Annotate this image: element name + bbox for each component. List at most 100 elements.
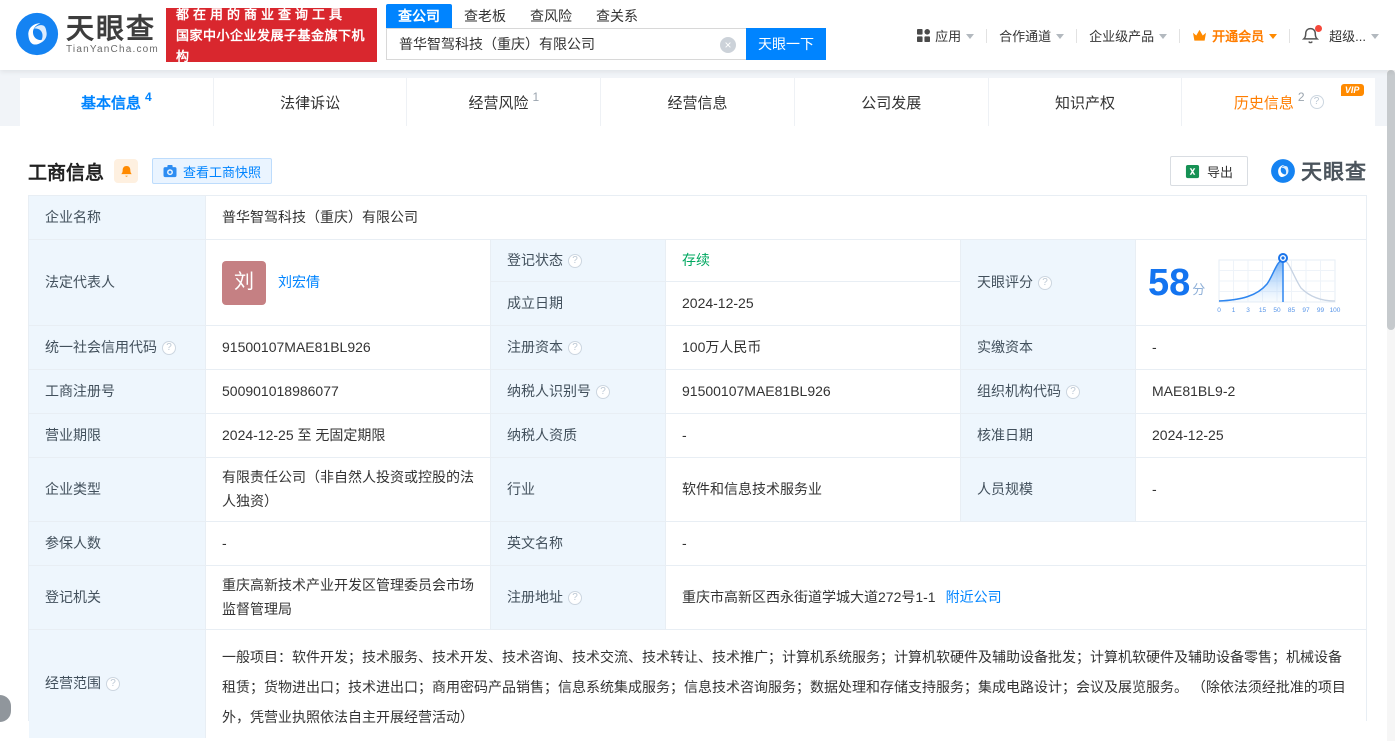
search-tab-boss[interactable]: 查老板 <box>452 4 518 28</box>
help-icon[interactable] <box>596 384 610 399</box>
nav-apps[interactable]: 应用 <box>917 26 975 45</box>
value-company-type: 有限责任公司（非自然人投资或控股的法人独资） <box>206 458 491 522</box>
status-badge: 存续 <box>682 251 710 268</box>
label-business-term: 营业期限 <box>29 414 206 458</box>
tianyancha-logo[interactable]: 天眼查 TianYanCha.com <box>14 11 159 57</box>
tab-basic-info-label: 基本信息 <box>81 94 142 112</box>
view-snapshot-button[interactable]: 查看工商快照 <box>152 158 273 184</box>
label-legal-rep: 法定代表人 <box>29 240 206 326</box>
svg-text:0: 0 <box>1217 307 1221 314</box>
search-tab-company[interactable]: 查公司 <box>386 3 452 28</box>
search-input[interactable] <box>387 29 746 59</box>
value-taxpayer-id: 91500107MAE81BL926 <box>666 370 961 414</box>
label-reg-number: 工商注册号 <box>29 370 206 414</box>
tab-count: 2 <box>1297 90 1305 104</box>
tab-company-development[interactable]: 公司发展 <box>793 78 988 126</box>
help-icon[interactable] <box>1038 275 1052 290</box>
value-reg-address: 重庆市高新区西永街道学城大道272号1-1 附近公司 <box>666 566 1366 630</box>
svg-text:1: 1 <box>1232 307 1236 314</box>
view-snapshot-label: 查看工商快照 <box>183 164 262 180</box>
help-icon[interactable] <box>568 253 582 268</box>
nav-divider <box>986 28 988 43</box>
label-taxpayer-id: 纳税人识别号 <box>491 370 666 414</box>
bell-icon <box>120 165 132 177</box>
nav-open-vip-label: 开通会员 <box>1212 29 1265 44</box>
help-icon[interactable] <box>106 677 120 691</box>
value-reg-capital: 100万人民币 <box>666 326 961 370</box>
notification-dot <box>1315 25 1323 32</box>
value-org-code: MAE81BL9-2 <box>1136 370 1366 414</box>
value-score: 58 分 0 1 3 15 50 85 97 99 100 <box>1136 240 1366 326</box>
tianyancha-logo-icon <box>15 12 59 56</box>
svg-text:85: 85 <box>1288 307 1296 314</box>
value-taxpayer-quality: - <box>666 414 961 458</box>
label-approval-date: 核准日期 <box>961 414 1136 458</box>
value-credit-code: 91500107MAE81BL926 <box>206 326 491 370</box>
help-icon[interactable] <box>568 590 582 605</box>
legal-rep-link[interactable]: 刘宏倩 <box>278 271 320 294</box>
chevron-down-icon <box>1269 34 1278 39</box>
chevron-down-icon <box>966 34 975 39</box>
tab-operation-risk-label: 经营风险 <box>468 94 529 112</box>
label-company-name: 企业名称 <box>29 196 206 240</box>
tab-operation-risk[interactable]: 经营风险 1 <box>406 78 600 126</box>
clear-search-icon[interactable] <box>720 37 736 53</box>
label-reg-address: 注册地址 <box>491 566 666 630</box>
tianyancha-watermark-icon <box>1271 159 1295 183</box>
label-paid-capital: 实缴资本 <box>961 326 1136 370</box>
svg-text:50: 50 <box>1274 307 1282 314</box>
score-unit: 分 <box>1192 281 1206 297</box>
label-taxpayer-quality: 纳税人资质 <box>491 414 666 458</box>
tab-basic-info[interactable]: 基本信息 4 <box>20 78 213 126</box>
top-nav: 应用 合作通道 企业级产品 开通会员 超级... <box>917 25 1379 45</box>
nav-divider <box>1076 28 1078 43</box>
search-box: 天眼一下 <box>386 28 826 60</box>
nav-enterprise-products[interactable]: 企业级产品 <box>1089 26 1168 45</box>
vip-crown-icon <box>1193 29 1207 41</box>
tab-company-development-label: 公司发展 <box>861 94 922 112</box>
search-input-wrap <box>386 28 746 60</box>
label-staff-size: 人员规模 <box>961 458 1136 522</box>
value-company-name: 普华智驾科技（重庆）有限公司 <box>206 196 1366 240</box>
watermark-text: 天眼查 <box>1301 161 1367 184</box>
label-est-date: 成立日期 <box>491 282 666 326</box>
vip-badge: VIP <box>1340 84 1365 96</box>
nav-user-menu[interactable]: 超级... <box>1329 26 1379 45</box>
export-button[interactable]: 导出 <box>1169 156 1248 186</box>
tab-history-info[interactable]: VIP 历史信息 2 <box>1181 78 1375 126</box>
label-english-name: 英文名称 <box>491 522 666 566</box>
legal-rep-avatar[interactable]: 刘 <box>222 260 266 305</box>
search-tab-relation[interactable]: 查关系 <box>584 4 650 28</box>
score-number: 58 <box>1148 261 1191 304</box>
nav-cooperation[interactable]: 合作通道 <box>999 26 1065 45</box>
value-business-scope: 一般项目：软件开发；技术服务、技术开发、技术咨询、技术交流、技术转让、技术推广；… <box>206 630 1366 738</box>
monitor-bell-button[interactable] <box>114 159 139 183</box>
help-icon[interactable] <box>1066 384 1080 399</box>
tab-business-info[interactable]: 经营信息 <box>600 78 794 126</box>
search-button[interactable]: 天眼一下 <box>746 28 826 60</box>
scrollbar-thumb[interactable] <box>1387 70 1395 330</box>
tab-legal-cases[interactable]: 法律诉讼 <box>212 78 407 126</box>
search-tab-risk[interactable]: 查风险 <box>518 4 584 28</box>
floating-widget-handle[interactable] <box>0 695 11 722</box>
value-est-date: 2024-12-25 <box>666 282 961 326</box>
chevron-down-icon <box>1371 34 1379 39</box>
svg-text:97: 97 <box>1303 307 1311 314</box>
nav-cooperation-label: 合作通道 <box>999 29 1052 44</box>
nav-open-vip[interactable]: 开通会员 <box>1192 26 1278 45</box>
nearby-companies-link[interactable]: 附近公司 <box>946 586 1002 609</box>
business-registration-table: 企业名称 普华智驾科技（重庆）有限公司 法定代表人 刘 刘宏倩 登记状态 存续 … <box>28 195 1367 738</box>
brand-name: 天眼查 <box>66 12 157 44</box>
value-insured-count: - <box>206 522 491 566</box>
tab-intellectual-property[interactable]: 知识产权 <box>987 78 1182 126</box>
value-english-name: - <box>666 522 1366 566</box>
slogan-line2: 国家中小企业发展子基金旗下机构 <box>176 27 366 64</box>
tab-count: 1 <box>532 90 540 104</box>
help-icon[interactable] <box>1309 95 1324 109</box>
nav-user-label: 超级... <box>1329 29 1366 44</box>
help-icon[interactable] <box>162 340 176 355</box>
help-icon[interactable] <box>568 340 582 355</box>
notifications-button[interactable] <box>1302 25 1323 44</box>
tab-intellectual-property-label: 知识产权 <box>1054 94 1115 112</box>
label-score: 天眼评分 <box>961 240 1136 326</box>
